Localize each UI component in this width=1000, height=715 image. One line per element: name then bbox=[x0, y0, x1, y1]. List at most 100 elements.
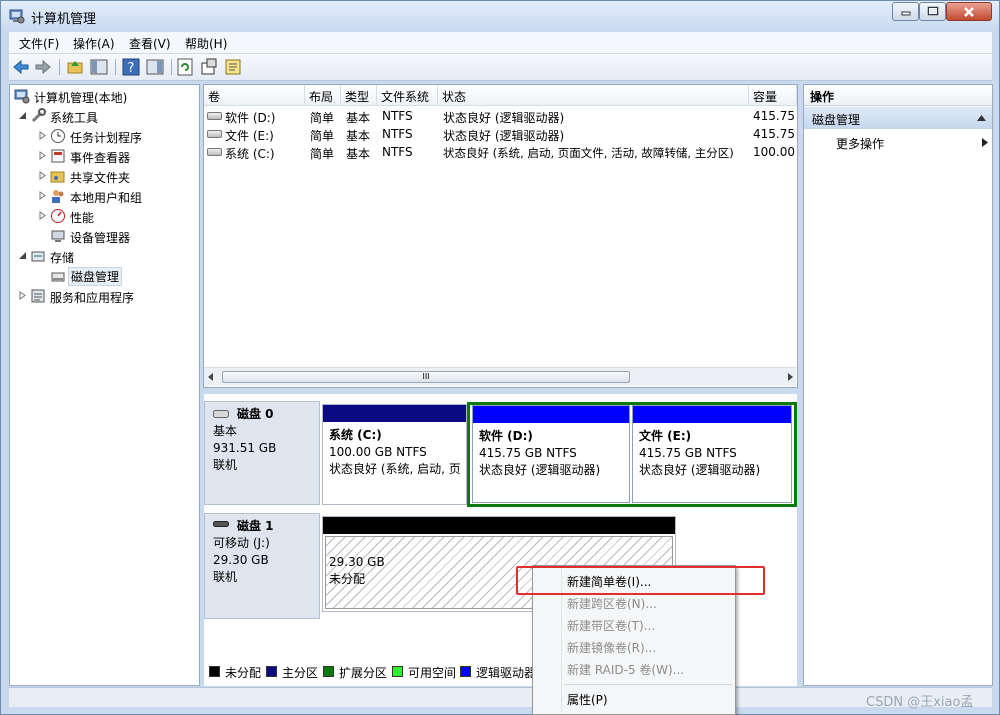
toolbar-separator bbox=[115, 59, 116, 75]
volume-list-hscrollbar[interactable]: III bbox=[204, 367, 796, 386]
tree-item-event-viewer[interactable]: 事件查看器 bbox=[38, 147, 198, 166]
tree-item-task-scheduler[interactable]: 任务计划程序 bbox=[38, 127, 198, 146]
actions-section-disk-management[interactable]: 磁盘管理 bbox=[804, 107, 992, 129]
collapsed-triangle-icon[interactable] bbox=[38, 171, 47, 180]
menu-bar: 文件(F) 操作(A) 查看(V) 帮助(H) bbox=[9, 32, 992, 53]
legend-swatch bbox=[460, 666, 471, 677]
menu-separator bbox=[563, 684, 733, 685]
legend-swatch bbox=[392, 666, 403, 677]
collapsed-triangle-icon[interactable] bbox=[38, 211, 47, 220]
column-header-status[interactable]: 状态 bbox=[438, 85, 749, 106]
menu-help[interactable]: 帮助(H) bbox=[185, 35, 227, 52]
event-viewer-icon bbox=[51, 149, 65, 163]
computer-management-icon bbox=[9, 9, 25, 24]
refresh-icon[interactable] bbox=[175, 57, 195, 77]
console-tree-icon[interactable] bbox=[89, 57, 109, 77]
tools-icon bbox=[31, 108, 46, 123]
actions-panel: 操作 磁盘管理 更多操作 bbox=[803, 84, 993, 686]
table-row[interactable]: 软件 (D:) 简单 基本 NTFS 状态良好 (逻辑驱动器) 415.75 ( bbox=[204, 107, 797, 125]
close-icon bbox=[964, 7, 974, 17]
storage-icon bbox=[31, 251, 45, 262]
menu-item-properties[interactable]: 属性(P) bbox=[567, 691, 608, 708]
table-row[interactable]: 文件 (E:) 简单 基本 NTFS 状态良好 (逻辑驱动器) 415.75 ( bbox=[204, 125, 797, 143]
menu-item-new-spanned-volume[interactable]: 新建跨区卷(N)... bbox=[567, 595, 657, 612]
scroll-left-icon[interactable] bbox=[207, 373, 215, 381]
tree-item-root[interactable]: 计算机管理(本地) bbox=[12, 87, 197, 106]
column-header-volume[interactable]: 卷 bbox=[204, 85, 305, 106]
legend-swatch bbox=[266, 666, 277, 677]
tree-item-services-apps[interactable]: 服务和应用程序 bbox=[18, 287, 198, 306]
close-button[interactable] bbox=[946, 2, 992, 21]
disk-1-label[interactable]: 磁盘 1 可移动 (J:) 29.30 GB 联机 bbox=[204, 513, 320, 619]
tree-item-performance[interactable]: 性能 bbox=[38, 207, 198, 226]
console-tree-panel: 计算机管理(本地) 系统工具 任务计划程序 事件查看器 共享文件夹 本地用户和组 bbox=[9, 84, 200, 686]
volume-list-panel: 卷 布局 类型 文件系统 状态 容量 软件 (D:) 简单 基本 NTFS 状态… bbox=[203, 84, 798, 388]
minimize-button[interactable] bbox=[892, 2, 919, 21]
more-actions-item[interactable]: 更多操作 bbox=[804, 133, 992, 153]
drive-icon bbox=[207, 148, 222, 156]
help-icon[interactable]: ? bbox=[121, 57, 141, 77]
tree-item-local-users[interactable]: 本地用户和组 bbox=[38, 187, 198, 206]
removable-disk-icon bbox=[213, 521, 229, 527]
highlight-annotation bbox=[516, 566, 765, 595]
menu-item-new-mirrored-volume[interactable]: 新建镜像卷(R)... bbox=[567, 639, 656, 656]
title-bar[interactable]: 计算机管理 bbox=[1, 1, 999, 31]
tree-item-system-tools[interactable]: 系统工具 bbox=[18, 107, 198, 126]
collapsed-triangle-icon[interactable] bbox=[38, 131, 47, 140]
svg-text:?: ? bbox=[128, 61, 135, 76]
collapse-up-icon[interactable] bbox=[977, 115, 986, 121]
maximize-icon bbox=[927, 6, 938, 16]
collapsed-triangle-icon[interactable] bbox=[38, 191, 47, 200]
volume-d[interactable]: 软件 (D:) 415.75 GB NTFS 状态良好 (逻辑驱动器) bbox=[472, 405, 630, 503]
menu-item-new-raid5-volume[interactable]: 新建 RAID-5 卷(W)... bbox=[567, 661, 684, 678]
up-folder-icon[interactable] bbox=[65, 57, 85, 77]
menu-file[interactable]: 文件(F) bbox=[19, 35, 59, 52]
tree-item-device-manager[interactable]: 设备管理器 bbox=[38, 227, 198, 246]
drive-icon bbox=[207, 112, 222, 120]
logical-drive-bar bbox=[473, 406, 629, 423]
back-arrow-icon[interactable] bbox=[11, 57, 31, 77]
tree-item-shared-folders[interactable]: 共享文件夹 bbox=[38, 167, 198, 186]
toolbar-separator bbox=[59, 59, 60, 75]
legend-swatch bbox=[209, 666, 220, 677]
actions-header: 操作 bbox=[804, 85, 992, 106]
column-header-layout[interactable]: 布局 bbox=[305, 85, 341, 106]
computer-management-window: 计算机管理 文件(F) 操作(A) 查看(V) 帮助(H) ? 计算机管理(本地… bbox=[0, 0, 1000, 715]
logical-drive-bar bbox=[633, 406, 791, 423]
forward-arrow-icon[interactable] bbox=[33, 57, 53, 77]
device-manager-icon bbox=[51, 230, 65, 242]
expanded-triangle-icon[interactable] bbox=[18, 111, 27, 120]
disk-0-label[interactable]: 磁盘 0 基本 931.51 GB 联机 bbox=[204, 401, 320, 505]
column-header-capacity[interactable]: 容量 bbox=[749, 85, 797, 106]
window-title: 计算机管理 bbox=[31, 12, 97, 27]
column-header-filesystem[interactable]: 文件系统 bbox=[377, 85, 438, 106]
table-row[interactable]: 系统 (C:) 简单 基本 NTFS 状态良好 (系统, 启动, 页面文件, 活… bbox=[204, 143, 797, 161]
menu-item-new-striped-volume[interactable]: 新建带区卷(T)... bbox=[567, 617, 655, 634]
volume-e[interactable]: 文件 (E:) 415.75 GB NTFS 状态良好 (逻辑驱动器) bbox=[632, 405, 792, 503]
volume-c[interactable]: 系统 (C:) 100.00 GB NTFS 状态良好 (系统, 启动, 页 bbox=[322, 404, 467, 505]
submenu-arrow-icon bbox=[982, 138, 988, 147]
column-header-type[interactable]: 类型 bbox=[341, 85, 377, 106]
expanded-triangle-icon[interactable] bbox=[18, 251, 27, 260]
minimize-icon bbox=[901, 11, 910, 16]
collapsed-triangle-icon[interactable] bbox=[38, 151, 47, 160]
clock-icon bbox=[51, 129, 65, 143]
maximize-button[interactable] bbox=[919, 2, 946, 21]
collapsed-triangle-icon[interactable] bbox=[18, 291, 27, 300]
tree-item-storage[interactable]: 存储 bbox=[18, 247, 198, 266]
disk-icon bbox=[213, 410, 229, 418]
scroll-thumb[interactable]: III bbox=[222, 371, 630, 383]
disk-management-icon bbox=[51, 272, 65, 282]
export-icon[interactable] bbox=[223, 57, 243, 77]
tree-item-disk-management[interactable]: 磁盘管理 bbox=[38, 267, 198, 286]
drive-icon bbox=[207, 130, 222, 138]
action-pane-icon[interactable] bbox=[145, 57, 165, 77]
scroll-right-icon[interactable] bbox=[786, 373, 794, 381]
properties-icon[interactable] bbox=[199, 57, 219, 77]
performance-icon bbox=[51, 209, 65, 223]
shared-folder-icon bbox=[50, 171, 65, 183]
computer-management-icon bbox=[14, 89, 30, 104]
watermark: CSDN @王xiao孟 bbox=[866, 695, 974, 710]
menu-action[interactable]: 操作(A) bbox=[73, 35, 115, 52]
menu-view[interactable]: 查看(V) bbox=[129, 35, 171, 52]
